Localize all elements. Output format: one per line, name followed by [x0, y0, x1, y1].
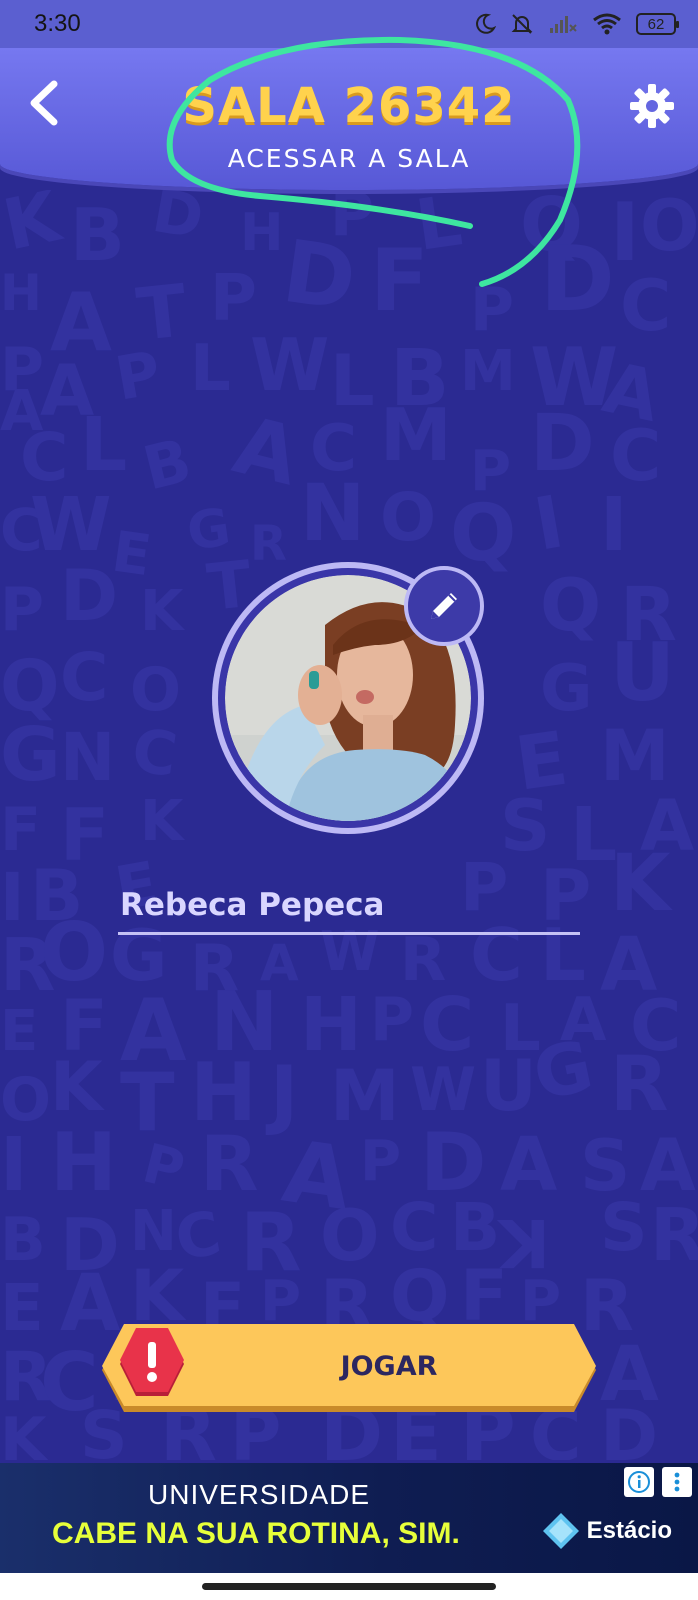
svg-text:K: K — [140, 789, 186, 854]
home-gesture-handle[interactable] — [202, 1583, 496, 1590]
svg-text:K: K — [610, 839, 673, 929]
svg-text:K: K — [140, 579, 186, 644]
svg-text:P: P — [360, 1129, 401, 1194]
svg-text:W: W — [250, 323, 329, 407]
pencil-icon — [431, 593, 457, 619]
svg-text:H: H — [240, 203, 284, 263]
svg-text:P: P — [370, 985, 414, 1055]
moon-icon — [476, 13, 496, 34]
svg-text:L: L — [80, 402, 127, 488]
signal-icon — [550, 16, 577, 33]
svg-text:B: B — [70, 193, 125, 277]
svg-text:R: R — [250, 516, 287, 572]
svg-text:R: R — [200, 1119, 259, 1208]
svg-text:B: B — [137, 426, 198, 505]
svg-text:N: N — [300, 469, 365, 559]
svg-text:E: E — [0, 999, 38, 1064]
svg-text:D: D — [540, 227, 615, 332]
ad-brand: Estácio — [541, 1511, 672, 1551]
svg-text:O: O — [640, 190, 698, 267]
svg-text:D: D — [277, 222, 362, 331]
ad-tagline: CABE NA SUA ROTINA, SIM. — [52, 1517, 460, 1550]
svg-text:P: P — [470, 275, 514, 345]
battery-level: 62 — [647, 15, 665, 33]
svg-text:I: I — [600, 482, 628, 568]
player-name-input[interactable] — [118, 883, 580, 935]
svg-text:M: M — [380, 393, 452, 477]
svg-text:O: O — [380, 479, 436, 556]
ad-banner[interactable]: UNIVERSIDADE CABE NA SUA ROTINA, SIM. Es… — [0, 1463, 698, 1573]
svg-text:D: D — [60, 555, 118, 637]
svg-text:D: D — [530, 399, 595, 489]
svg-text:M: M — [460, 339, 516, 404]
svg-text:O: O — [130, 655, 181, 725]
svg-text:C: C — [60, 639, 108, 716]
svg-text:Q: Q — [540, 563, 601, 647]
play-button[interactable]: JOGAR — [98, 1322, 600, 1416]
battery-icon: 62 — [636, 13, 679, 35]
svg-text:C: C — [620, 265, 671, 347]
svg-text:R: R — [650, 1193, 698, 1277]
svg-text:A: A — [225, 398, 308, 503]
svg-text:C: C — [128, 716, 181, 791]
navigation-bar — [0, 1573, 698, 1600]
more-vertical-icon — [674, 1472, 680, 1492]
ad-options-button[interactable] — [662, 1467, 692, 1497]
svg-text:W: W — [410, 1055, 476, 1125]
ad-brand-name: Estácio — [586, 1517, 672, 1544]
svg-text:R: R — [610, 1039, 669, 1128]
svg-text:G: G — [540, 652, 593, 726]
room-subtitle: ACESSAR A SALA — [227, 144, 471, 173]
svg-text:P: P — [0, 575, 44, 645]
svg-text:B: B — [0, 1205, 46, 1275]
svg-text:H: H — [50, 1116, 117, 1209]
info-icon — [628, 1471, 650, 1493]
svg-text:U: U — [610, 626, 675, 719]
svg-text:D: D — [147, 190, 208, 253]
svg-text:U: U — [480, 1045, 537, 1127]
ad-headline: UNIVERSIDADE — [148, 1479, 371, 1510]
bell-off-icon — [511, 14, 533, 34]
svg-text:K: K — [0, 1405, 49, 1460]
play-button-label: JOGAR — [340, 1350, 438, 1382]
gear-icon — [630, 84, 674, 128]
svg-text:I: I — [528, 479, 569, 566]
svg-text:L: L — [330, 340, 375, 422]
svg-text:G: G — [0, 712, 61, 798]
room-title: SALA 26342 — [182, 78, 516, 134]
svg-text:D: D — [600, 1395, 658, 1460]
edit-avatar-button[interactable] — [404, 566, 484, 646]
header: SALA 26342 ACESSAR A SALA — [0, 48, 698, 190]
svg-text:L: L — [190, 332, 231, 406]
svg-text:Q: Q — [450, 489, 516, 579]
status-time: 3:30 — [34, 10, 81, 37]
svg-text:A: A — [500, 1122, 557, 1208]
svg-text:S: S — [600, 1189, 648, 1266]
settings-button[interactable] — [628, 82, 676, 130]
svg-text:E: E — [0, 1272, 44, 1346]
svg-text:H: H — [0, 264, 42, 322]
wifi-icon — [593, 13, 621, 35]
svg-text:K: K — [0, 190, 69, 267]
status-icons: 62 — [474, 12, 679, 36]
svg-text:N: N — [60, 719, 115, 796]
estacio-logo-icon — [542, 1513, 579, 1549]
svg-text:M: M — [330, 1055, 400, 1137]
status-bar: 3:30 62 — [0, 0, 698, 48]
svg-text:F: F — [370, 231, 429, 331]
ad-info-button[interactable] — [624, 1467, 654, 1497]
svg-text:I: I — [0, 1122, 28, 1208]
